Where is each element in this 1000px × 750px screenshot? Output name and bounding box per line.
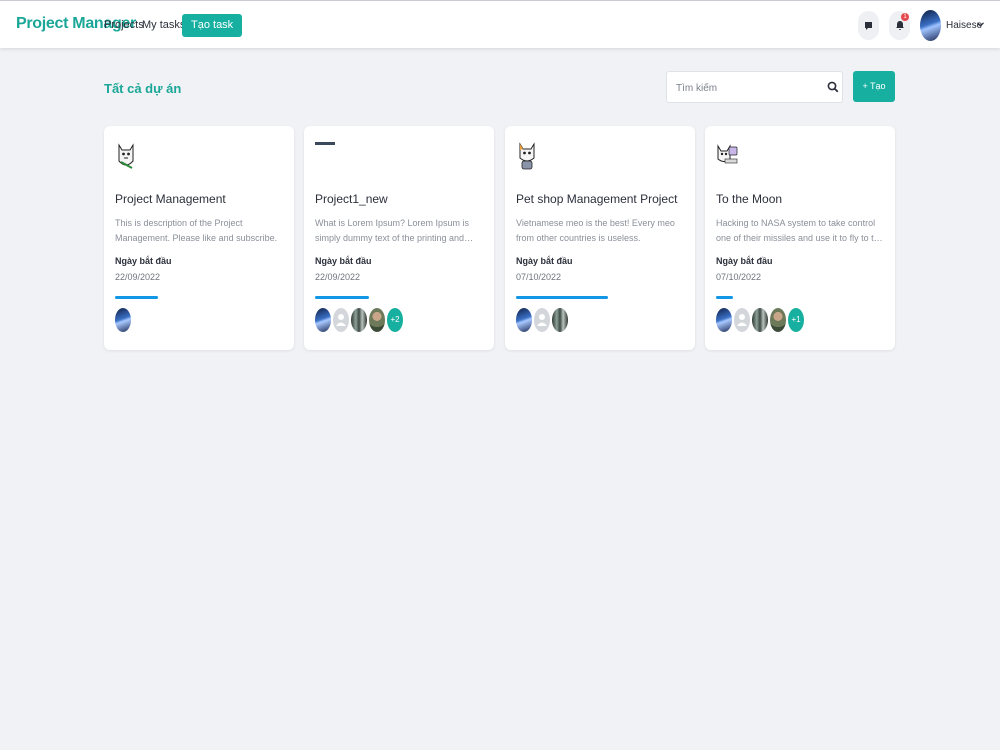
progress-bar — [315, 296, 485, 299]
project-title[interactable]: To the Moon — [716, 192, 782, 206]
start-date-label: Ngày bắt đầu — [516, 256, 573, 266]
project-title[interactable]: Project Management — [115, 192, 226, 206]
member-avatar[interactable] — [333, 308, 349, 332]
start-date-value: 07/10/2022 — [516, 272, 562, 282]
project-logo — [315, 141, 337, 173]
progress-bar — [115, 296, 285, 299]
member-avatar[interactable] — [716, 308, 732, 332]
member-avatar[interactable] — [516, 308, 532, 332]
member-avatar[interactable] — [351, 308, 367, 332]
more-members-badge[interactable]: +1 — [788, 308, 804, 332]
member-avatar[interactable] — [552, 308, 568, 332]
member-avatar[interactable] — [734, 308, 750, 332]
nav-projects-link[interactable]: Projects — [104, 19, 144, 31]
member-list — [115, 308, 133, 332]
create-project-button[interactable]: + Tạo — [853, 71, 895, 102]
member-list: +2 — [315, 308, 405, 332]
member-list: +1 — [716, 308, 806, 332]
project-logo — [115, 141, 137, 173]
create-task-button[interactable]: Tạo task — [182, 14, 243, 37]
user-placeholder-icon — [336, 314, 346, 326]
member-list — [516, 308, 570, 332]
cat-logo-icon — [118, 143, 134, 169]
member-avatar[interactable] — [369, 308, 385, 332]
project-description: What is Lorem Ipsum? Lorem Ipsum is simp… — [315, 218, 470, 243]
top-navbar: Project Manager Projects My tasks Tạo ta… — [0, 0, 1000, 48]
more-members-badge[interactable]: +2 — [387, 308, 403, 332]
project-logo — [716, 141, 738, 173]
chevron-down-icon[interactable] — [977, 22, 984, 27]
progress-fill — [716, 296, 733, 299]
progress-bar — [716, 296, 886, 299]
user-placeholder-icon — [537, 314, 547, 326]
chat-icon — [865, 21, 872, 30]
project-card[interactable]: To the Moon Hacking to NASA system to tak… — [705, 126, 895, 350]
project-logo-icon — [315, 142, 335, 145]
member-avatar[interactable] — [115, 308, 131, 332]
project-card[interactable]: Pet shop Management Project Vietnamese me… — [505, 126, 695, 350]
project-title[interactable]: Pet shop Management Project — [516, 192, 677, 206]
page-title: Tất cả dự án — [104, 81, 182, 96]
progress-bar — [516, 296, 686, 299]
progress-fill — [516, 296, 608, 299]
search-box — [666, 71, 843, 103]
cat-logo-icon — [519, 142, 535, 170]
project-card[interactable]: Project Management This is description of… — [104, 126, 294, 350]
project-description: This is description of the Project Manag… — [115, 218, 278, 243]
project-description: Hacking to NASA system to take control o… — [716, 218, 884, 243]
member-avatar[interactable] — [770, 308, 786, 332]
project-description: Vietnamese meo is the best! Every meo fr… — [516, 218, 675, 243]
start-date-label: Ngày bắt đầu — [115, 256, 172, 266]
start-date-label: Ngày bắt đầu — [716, 256, 773, 266]
cat-logo-icon — [717, 144, 738, 164]
progress-fill — [115, 296, 158, 299]
start-date-value: 07/10/2022 — [716, 272, 762, 282]
bell-icon — [895, 21, 904, 30]
project-logo — [516, 141, 538, 173]
start-date-label: Ngày bắt đầu — [315, 256, 372, 266]
project-title[interactable]: Project1_new — [315, 192, 388, 206]
nav-mytasks-link[interactable]: My tasks — [142, 19, 185, 31]
user-placeholder-icon — [737, 314, 747, 326]
notification-button[interactable]: 1 — [889, 11, 910, 40]
progress-fill — [315, 296, 370, 299]
start-date-value: 22/09/2022 — [115, 272, 161, 282]
start-date-value: 22/09/2022 — [315, 272, 361, 282]
member-avatar[interactable] — [752, 308, 768, 332]
user-avatar[interactable] — [920, 10, 941, 41]
chat-button[interactable] — [858, 11, 879, 40]
notification-badge: 1 — [901, 13, 909, 21]
search-input[interactable] — [676, 80, 821, 96]
member-avatar[interactable] — [534, 308, 550, 332]
member-avatar[interactable] — [315, 308, 331, 332]
project-card[interactable]: Project1_new What is Lorem Ipsum? Lorem I… — [304, 126, 494, 350]
search-icon[interactable] — [827, 81, 839, 93]
